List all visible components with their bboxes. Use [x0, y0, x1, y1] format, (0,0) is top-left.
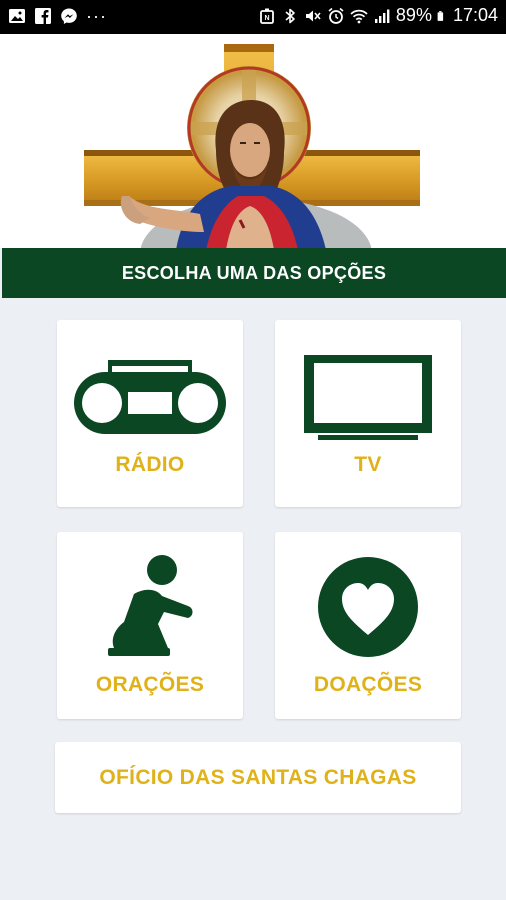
- tv-card[interactable]: TV: [275, 320, 461, 507]
- alarm-icon: [328, 7, 344, 24]
- heart-icon: [318, 557, 418, 657]
- messenger-icon: [61, 8, 77, 24]
- oficio-card[interactable]: OFÍCIO DAS SANTAS CHAGAS: [55, 742, 461, 813]
- gallery-icon: [9, 9, 25, 23]
- hero-image: [0, 34, 506, 248]
- oficio-label: OFÍCIO DAS SANTAS CHAGAS: [99, 766, 417, 789]
- jesus-cross-image: [84, 44, 420, 248]
- prayers-label: ORAÇÕES: [95, 673, 205, 696]
- facebook-icon: [35, 8, 51, 24]
- radio-label: RÁDIO: [115, 453, 185, 476]
- svg-text:N: N: [264, 15, 269, 22]
- tv-icon: [304, 355, 432, 440]
- donations-label: DOAÇÕES: [313, 673, 423, 696]
- more-icon: ···: [86, 6, 107, 26]
- battery-icon: [437, 10, 444, 21]
- status-bar: ··· N 89% 17:04: [0, 0, 506, 34]
- clock: 17:04: [452, 5, 498, 25]
- nfc-icon: N: [260, 8, 274, 24]
- options-banner: ESCOLHA UMA DAS OPÇÕES: [2, 248, 506, 298]
- radio-card[interactable]: RÁDIO: [57, 320, 243, 507]
- tv-label: TV: [354, 453, 382, 476]
- wifi-icon: [350, 9, 368, 23]
- radio-icon: [74, 360, 226, 434]
- praying-person-icon: [108, 555, 193, 656]
- battery-percentage: 89%: [395, 5, 432, 25]
- banner-title: ESCOLHA UMA DAS OPÇÕES: [121, 262, 387, 283]
- donations-card[interactable]: DOAÇÕES: [275, 532, 461, 719]
- prayers-card[interactable]: ORAÇÕES: [57, 532, 243, 719]
- signal-icon: [374, 9, 390, 23]
- bluetooth-icon: [285, 8, 295, 23]
- mute-icon: [305, 10, 321, 21]
